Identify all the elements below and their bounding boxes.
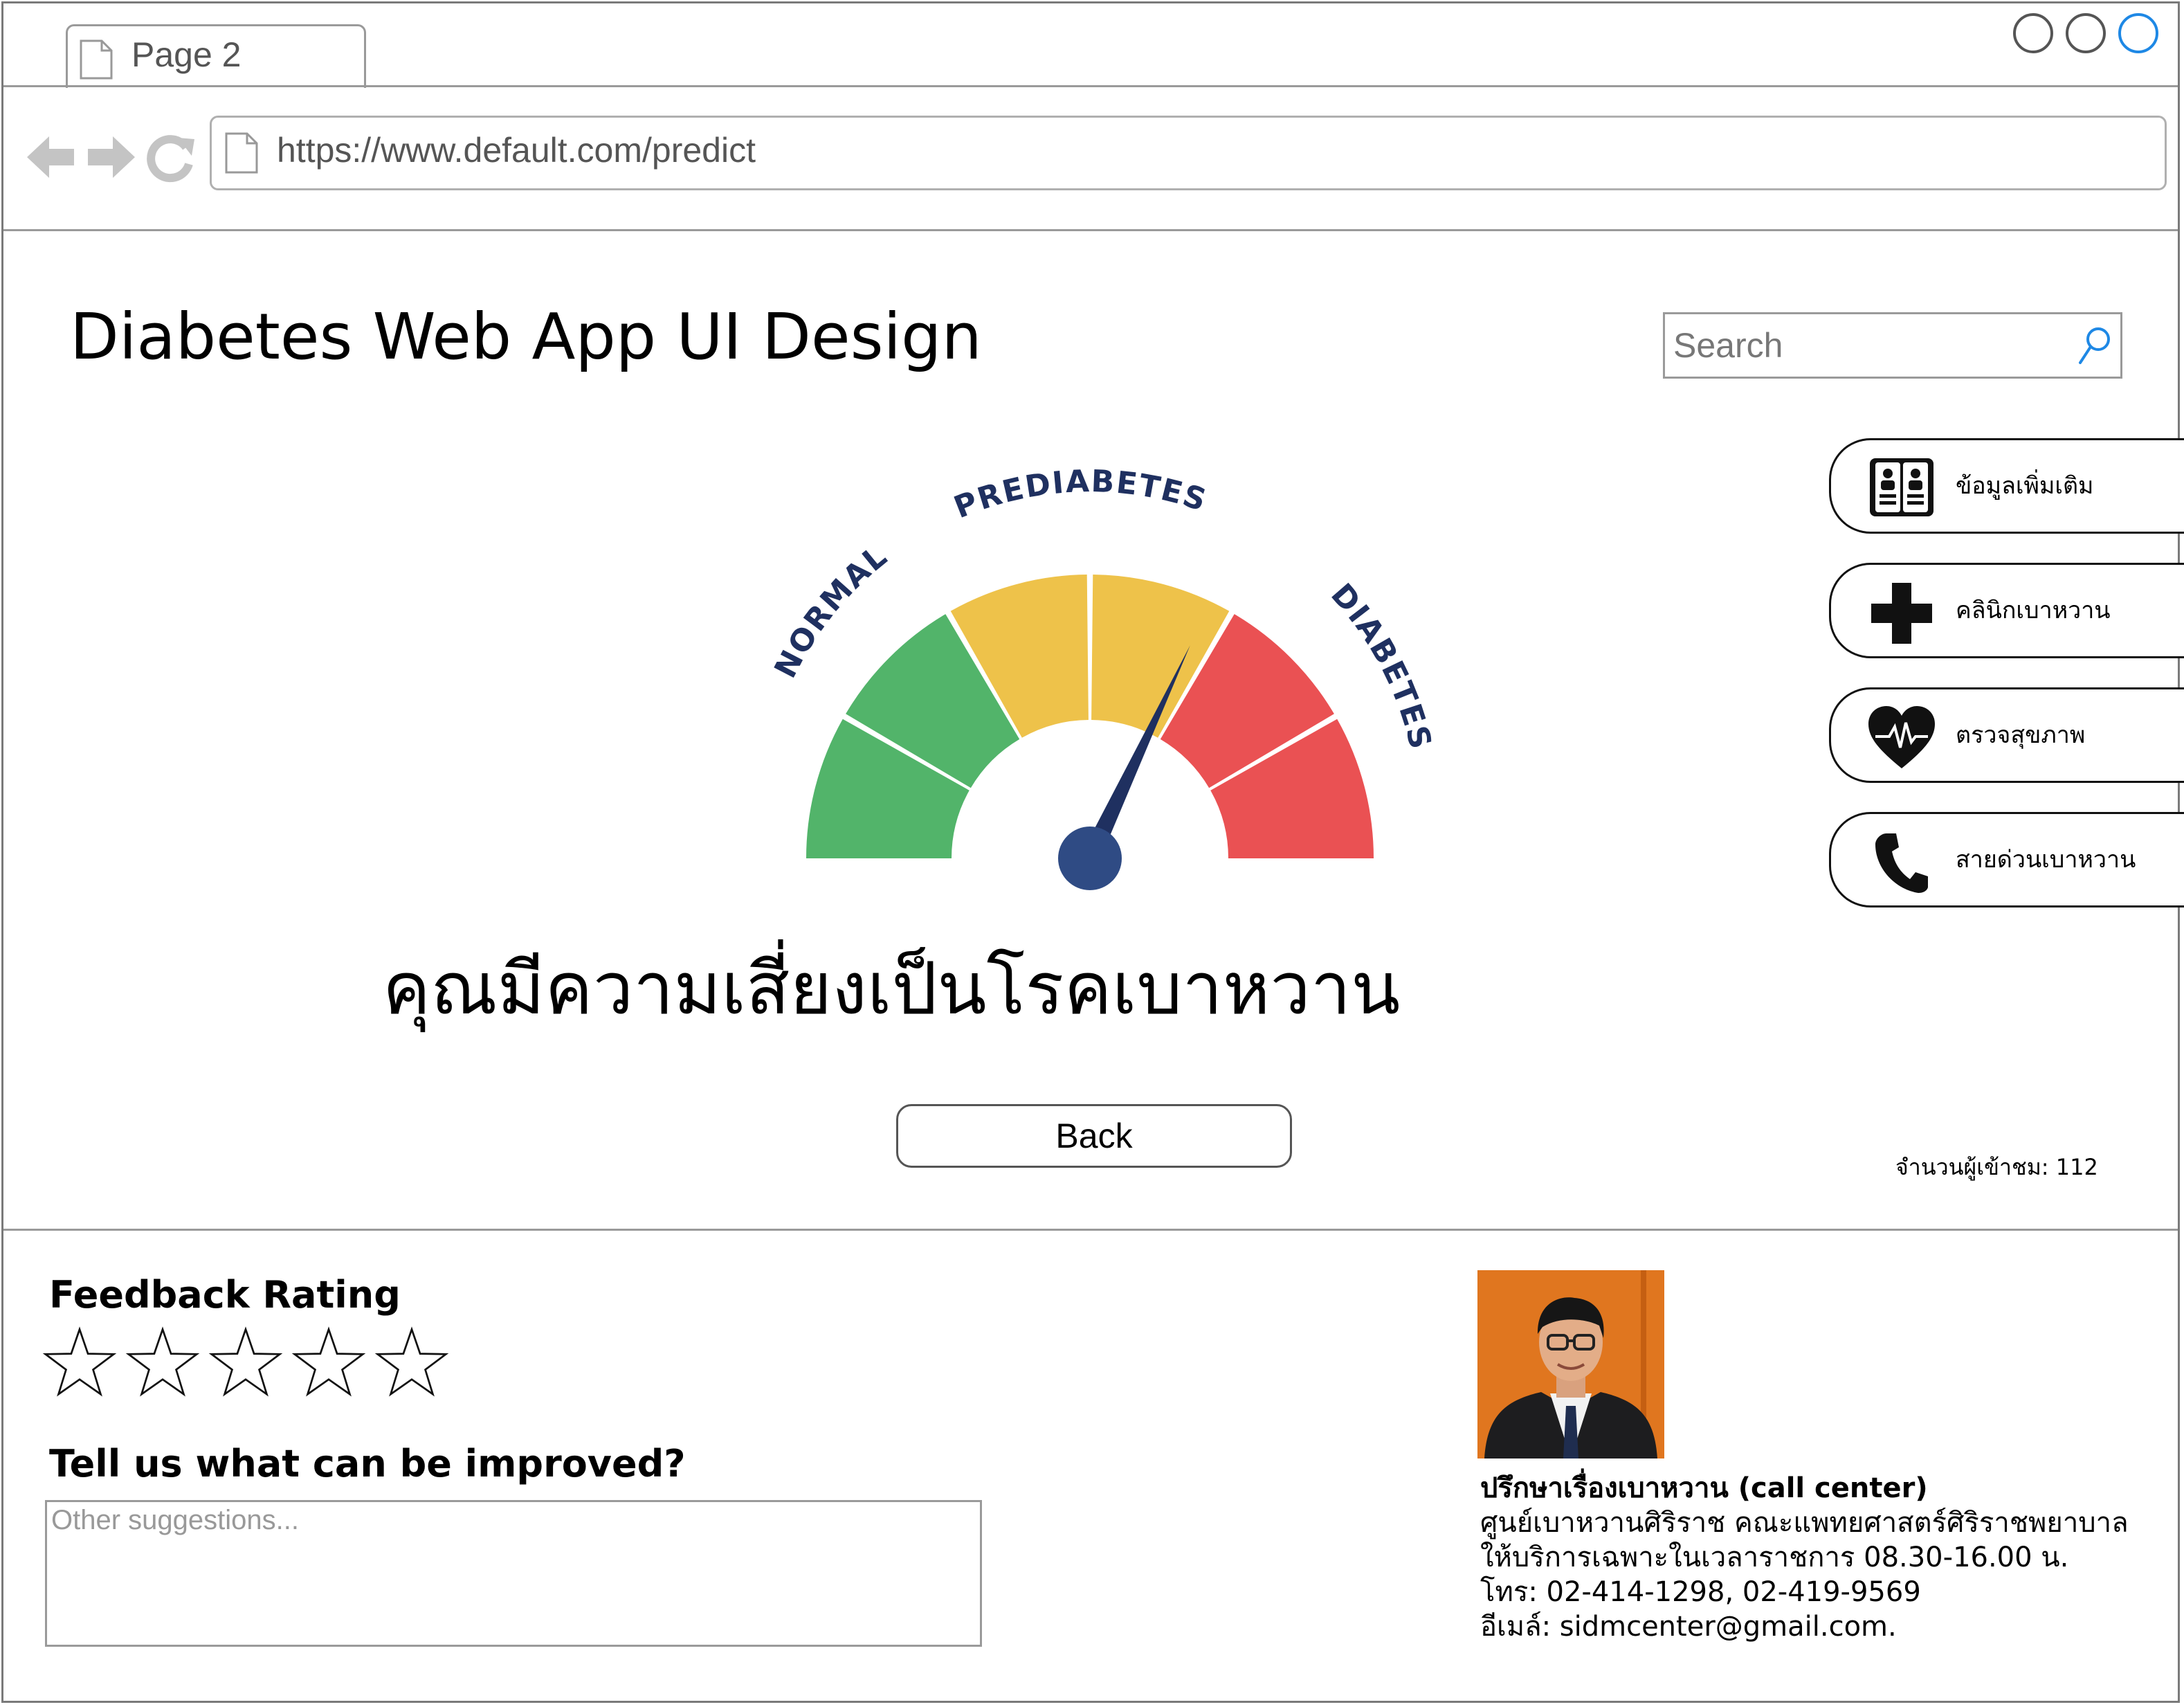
improve-title: Tell us what can be improved? <box>49 1442 686 1485</box>
tab-title: Page 2 <box>131 35 242 74</box>
url-text[interactable]: https://www.default.com/predict <box>277 130 756 170</box>
star-icon[interactable] <box>291 1326 366 1400</box>
contact-phone: โทร: 02-414-1298, 02-419-9569 <box>1480 1576 1921 1608</box>
star-icon[interactable] <box>374 1326 449 1400</box>
risk-result-message: คุณมีความเสี่ยงเป็นโรคเบาหวาน <box>3 931 2184 1045</box>
gauge-segments <box>806 575 1374 858</box>
risk-gauge: NORMAL PREDIABETES DIABETES <box>767 464 1437 890</box>
contact-info: ปรึกษาเรื่องเบาหวาน (call center) ศูนย์เ… <box>1480 1471 2129 1644</box>
sidebar-item-label: คลินิกเบาหวาน <box>1956 597 2111 624</box>
sidebar-item-label: สายด่วนเบาหวาน <box>1956 846 2136 874</box>
gauge-label-normal: NORMAL <box>767 538 893 683</box>
sidebar-item-hotline[interactable]: สายด่วนเบาหวาน <box>1829 812 2184 907</box>
sidebar-item-label: ตรวจสุขภาพ <box>1956 721 2086 749</box>
contact-email: อีเมล์: sidmcenter@gmail.com. <box>1480 1611 1897 1643</box>
close-button[interactable] <box>2118 13 2158 53</box>
back-arrow-icon[interactable] <box>24 132 77 182</box>
suggestions-field[interactable] <box>45 1500 982 1647</box>
star-icon[interactable] <box>208 1326 283 1400</box>
sidebar-item-health-check[interactable]: ตรวจสุขภาพ <box>1829 687 2184 783</box>
forward-arrow-icon[interactable] <box>85 132 138 182</box>
page-title: Diabetes Web App UI Design <box>70 300 982 374</box>
address-bar[interactable]: https://www.default.com/predict <box>210 116 2167 190</box>
gauge-label-prediabetes: PREDIABETES <box>949 464 1210 525</box>
reload-icon[interactable] <box>146 132 197 183</box>
search-input[interactable] <box>1672 320 2062 371</box>
contact-photo <box>1477 1270 1664 1458</box>
feedback-title: Feedback Rating <box>49 1273 401 1317</box>
browser-window: Page 2 https://www.default.com/predict D… <box>1 1 2184 1703</box>
book-icon <box>1870 458 1933 516</box>
toolbar-divider <box>3 229 2178 231</box>
maximize-button[interactable] <box>2066 13 2106 53</box>
browser-tab[interactable]: Page 2 <box>66 24 366 88</box>
sidebar-item-diabetes-clinic[interactable]: คลินิกเบาหวาน <box>1829 563 2184 658</box>
star-rating[interactable] <box>42 1326 449 1400</box>
sidebar-item-more-info[interactable]: ข้อมูลเพิ่มเติม <box>1829 438 2184 534</box>
svg-text:NORMAL: NORMAL <box>767 538 894 683</box>
sidebar-item-label: ข้อมูลเพิ่มเติม <box>1956 472 2094 500</box>
heart-pulse-icon <box>1868 706 1935 768</box>
section-divider <box>3 1229 2178 1231</box>
risk-result-text: คุณมีความเสี่ยงเป็นโรคเบาหวาน <box>382 946 1401 1031</box>
page-icon <box>80 39 113 80</box>
svg-text:PREDIABETES: PREDIABETES <box>949 464 1212 525</box>
medical-cross-icon <box>1871 583 1932 644</box>
back-button[interactable]: Back <box>896 1104 1292 1168</box>
search-icon[interactable] <box>2076 325 2113 367</box>
contact-line: ศูนย์เบาหวานศิริราช คณะแพทยศาสตร์ศิริราช… <box>1480 1507 2129 1539</box>
contact-line: ให้บริการเฉพาะในเวลาราชการ 08.30-16.00 น… <box>1480 1542 2069 1573</box>
star-icon[interactable] <box>42 1326 117 1400</box>
gauge-hub <box>1058 827 1122 890</box>
phone-icon <box>1875 833 1928 893</box>
search-box[interactable] <box>1663 312 2122 379</box>
star-icon[interactable] <box>125 1326 200 1400</box>
visitor-count: จำนวนผู้เข้าชม: 112 <box>1895 1154 2098 1180</box>
tab-strip-divider <box>3 85 2178 87</box>
minimize-button[interactable] <box>2013 13 2053 53</box>
page-icon <box>225 132 258 174</box>
contact-title: ปรึกษาเรื่องเบาหวาน (call center) <box>1480 1472 1928 1504</box>
